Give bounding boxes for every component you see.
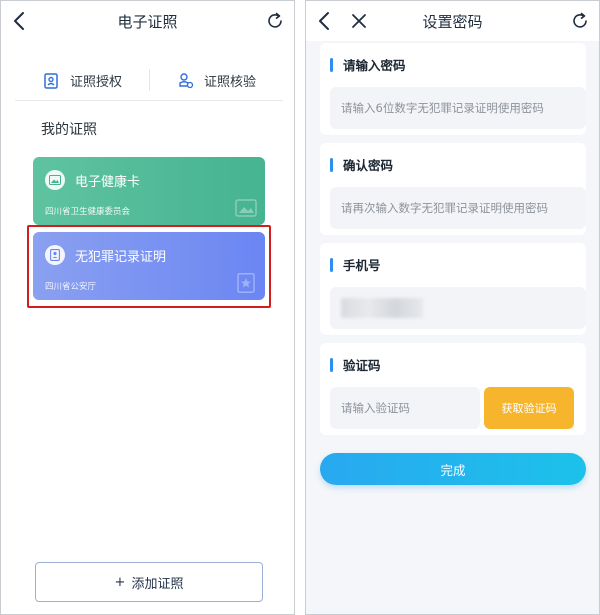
top-navigation-bar: 设置密码 xyxy=(306,1,599,41)
tab-label: 证照核验 xyxy=(203,75,256,90)
back-arrow-icon[interactable] xyxy=(314,9,336,33)
verification-code-section: 验证码 请输入验证码 获取验证码 xyxy=(320,343,586,435)
redacted-phone-number xyxy=(341,298,423,318)
phone-input[interactable] xyxy=(330,287,586,329)
back-arrow-icon[interactable] xyxy=(9,9,31,33)
field-label: 确认密码 xyxy=(343,158,394,173)
image-icon xyxy=(45,170,65,190)
accent-bar xyxy=(330,57,333,72)
screenshot-stage: 电子证照 证照授权 证照核验 我的证照 电子健康卡 四川省卫生健康委员会 无犯罪… xyxy=(0,0,600,615)
page-title: 设置密码 xyxy=(422,12,483,31)
confirm-password-input[interactable]: 请再次输入数字无犯罪记录证明使用密码 xyxy=(330,187,586,229)
field-label: 请输入密码 xyxy=(343,58,406,73)
accent-bar xyxy=(330,157,333,172)
tab-label: 证照授权 xyxy=(69,75,122,90)
add-certificate-button[interactable]: + 添加证照 xyxy=(35,562,263,602)
certificate-actions: 证照授权 证照核验 xyxy=(15,61,283,101)
add-certificate-label: 添加证照 xyxy=(131,576,184,592)
tab-certificate-authorization[interactable]: 证照授权 xyxy=(15,61,149,100)
password-input[interactable]: 请输入6位数字无犯罪记录证明使用密码 xyxy=(330,87,586,129)
card-watermark-icon xyxy=(235,273,257,293)
confirm-password-section: 确认密码 请再次输入数字无犯罪记录证明使用密码 xyxy=(320,143,586,235)
done-button[interactable]: 完成 xyxy=(320,453,586,485)
card-title: 无犯罪记录证明 xyxy=(75,250,167,265)
card-title: 电子健康卡 xyxy=(75,175,141,190)
field-heading: 请输入密码 xyxy=(330,55,406,74)
tab-certificate-verification[interactable]: 证照核验 xyxy=(149,61,283,100)
input-placeholder: 请输入6位数字无犯罪记录证明使用密码 xyxy=(341,101,544,115)
card-issuer: 四川省公安厅 xyxy=(45,282,97,292)
accent-bar xyxy=(330,257,333,272)
verification-code-input[interactable]: 请输入验证码 xyxy=(330,387,480,429)
card-watermark-icon xyxy=(235,198,257,218)
id-card-icon xyxy=(45,245,65,265)
certificates-screen: 电子证照 证照授权 证照核验 我的证照 电子健康卡 四川省卫生健康委员会 无犯罪… xyxy=(0,0,295,615)
accent-bar xyxy=(330,357,333,372)
my-certificates-heading: 我的证照 xyxy=(41,122,97,138)
input-placeholder: 请输入验证码 xyxy=(341,401,410,415)
password-section: 请输入密码 请输入6位数字无犯罪记录证明使用密码 xyxy=(320,43,586,135)
field-label: 验证码 xyxy=(343,358,381,373)
card-issuer: 四川省卫生健康委员会 xyxy=(45,207,131,217)
field-heading: 验证码 xyxy=(330,355,381,374)
get-code-button[interactable]: 获取验证码 xyxy=(484,387,574,429)
input-placeholder: 请再次输入数字无犯罪记录证明使用密码 xyxy=(341,201,548,215)
field-label: 手机号 xyxy=(343,258,381,273)
stamp-icon xyxy=(176,72,194,90)
card-health[interactable]: 电子健康卡 四川省卫生健康委员会 xyxy=(33,157,265,225)
refresh-icon[interactable] xyxy=(569,10,591,32)
refresh-icon[interactable] xyxy=(264,10,286,32)
field-heading: 确认密码 xyxy=(330,155,393,174)
badge-icon xyxy=(42,72,60,90)
page-title: 电子证照 xyxy=(117,12,178,31)
close-icon[interactable] xyxy=(348,10,370,32)
card-no-criminal-record[interactable]: 无犯罪记录证明 四川省公安厅 xyxy=(33,232,265,300)
field-heading: 手机号 xyxy=(330,255,381,274)
plus-icon: + xyxy=(114,574,126,590)
top-navigation-bar: 电子证照 xyxy=(1,1,294,41)
set-password-screen: 设置密码 请输入密码 请输入6位数字无犯罪记录证明使用密码 确认密码 请再次输入… xyxy=(305,0,600,615)
phone-section: 手机号 xyxy=(320,243,586,335)
